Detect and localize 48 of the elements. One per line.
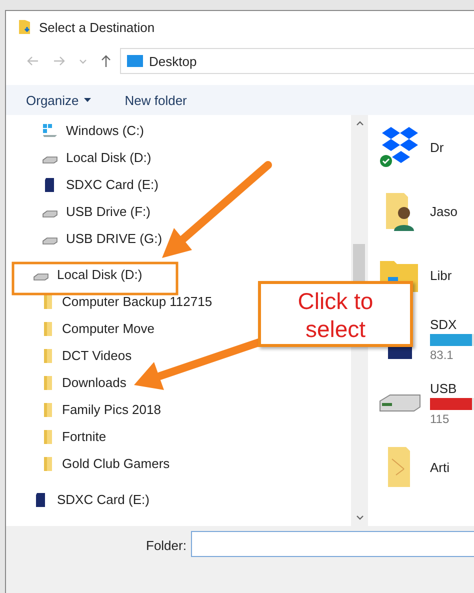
item-name[interactable]: Libr — [430, 268, 474, 282]
folder-icon — [42, 348, 54, 364]
tree-item[interactable]: Computer Backup 112715 — [6, 288, 212, 315]
item-name[interactable]: Dr — [430, 140, 474, 154]
scroll-up-icon[interactable] — [356, 121, 364, 126]
folder-icon — [42, 428, 54, 444]
chevron-down-icon[interactable] — [79, 58, 87, 64]
address-bar[interactable]: Desktop — [120, 48, 474, 74]
back-arrow-icon[interactable] — [27, 56, 39, 66]
tree-item[interactable]: Fortnite — [6, 423, 106, 450]
caret-icon — [84, 98, 91, 102]
callout-box: Click to select — [258, 281, 413, 347]
new-folder-button[interactable]: New folder — [118, 90, 193, 110]
folder-icon — [42, 456, 54, 472]
tree-item[interactable]: Gold Club Gamers — [6, 450, 170, 477]
tree-item[interactable]: DCT Videos — [6, 342, 132, 369]
tree-item[interactable]: Local Disk (D:) — [6, 261, 142, 288]
scrollbar-thumb[interactable] — [353, 244, 365, 282]
folder-icon — [18, 19, 32, 35]
item-name[interactable]: USB — [430, 380, 474, 396]
tree-item[interactable]: Family Pics 2018 — [6, 396, 161, 423]
tree-item[interactable]: USB DRIVE (G:) — [6, 225, 162, 252]
item-name[interactable]: Arti — [430, 460, 474, 474]
free-space-text: 83.1 — [430, 348, 454, 362]
folder-label: Folder: — [146, 538, 186, 553]
folder-icon — [42, 374, 54, 390]
folder-icon — [42, 294, 54, 310]
tree-item[interactable]: SDXC Card (E:) — [6, 486, 150, 513]
item-name[interactable]: SDX — [430, 316, 474, 332]
drive-icon — [378, 393, 422, 413]
tree-item[interactable]: Windows (C:) — [6, 117, 144, 144]
forward-arrow-icon[interactable] — [53, 56, 65, 66]
tree-item[interactable]: USB Drive (F:) — [6, 198, 150, 225]
folder-icon — [42, 320, 54, 336]
desktop-icon — [127, 55, 143, 67]
window-title: Select a Destination — [39, 20, 155, 34]
organize-menu-button[interactable]: Organize — [20, 90, 97, 110]
tree-item[interactable]: SDXC Card (E:) — [6, 171, 158, 198]
folder-icon — [42, 402, 54, 418]
tree-item[interactable]: Computer Move — [6, 315, 154, 342]
tree-item[interactable]: Local Disk (D:) — [6, 144, 152, 171]
free-space-text: 115 — [430, 412, 450, 426]
tree-item[interactable]: Downloads — [6, 369, 126, 396]
windows-drive-icon — [42, 124, 58, 138]
item-name[interactable]: Jaso — [430, 204, 474, 218]
scroll-down-icon[interactable] — [356, 515, 364, 520]
up-arrow-icon[interactable] — [101, 54, 111, 68]
folder-input-field[interactable] — [191, 531, 474, 557]
